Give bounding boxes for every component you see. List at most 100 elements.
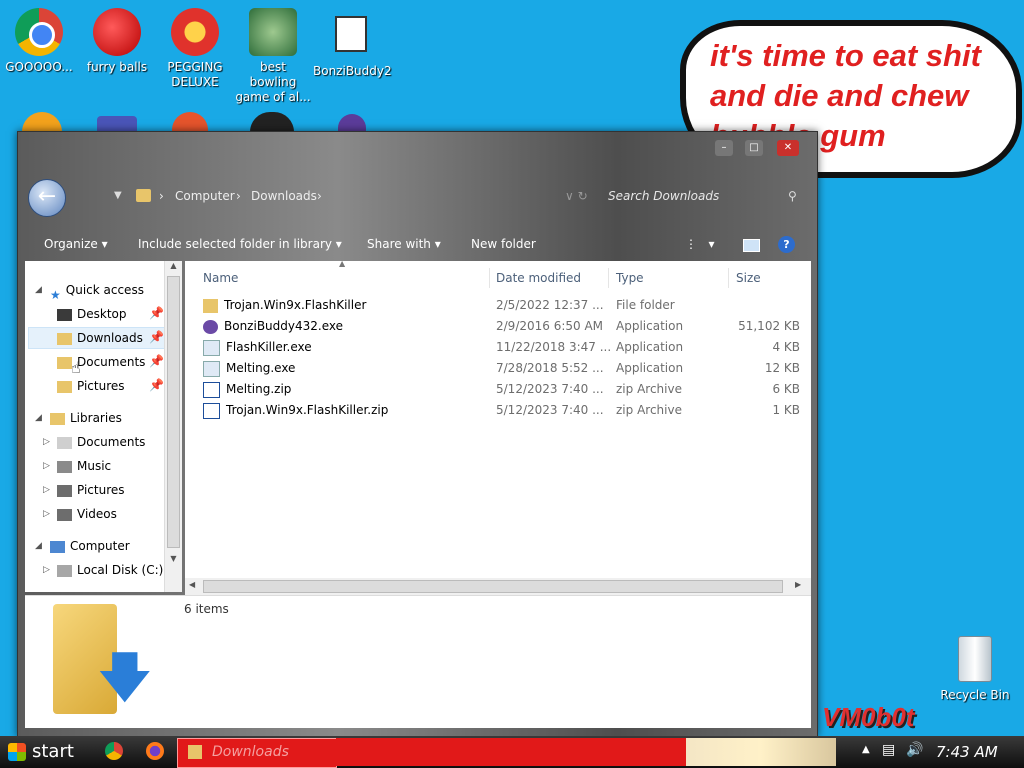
file-name-cell: BonziBuddy432.exe bbox=[203, 316, 493, 337]
expand-arrow-icon[interactable]: ▷ bbox=[43, 565, 50, 575]
zip-icon bbox=[203, 381, 220, 398]
expand-arrow-icon[interactable]: ▷ bbox=[43, 461, 50, 471]
desktop-icon-partial[interactable] bbox=[97, 116, 137, 132]
nav-libraries[interactable]: Libraries bbox=[50, 408, 122, 428]
file-name: Trojan.Win9x.FlashKiller.zip bbox=[226, 403, 389, 417]
horizontal-scrollbar[interactable]: ◀ ▶ bbox=[185, 578, 811, 595]
volume-icon[interactable]: 🔊 bbox=[906, 742, 923, 758]
search-input[interactable]: Search Downloads bbox=[608, 184, 808, 208]
desktop-icon-partial[interactable] bbox=[338, 114, 366, 132]
file-row[interactable]: Trojan.Win9x.FlashKiller.zip 5/12/2023 7… bbox=[200, 400, 800, 421]
firefox-taskbar-icon[interactable] bbox=[146, 742, 164, 760]
file-row[interactable]: BonziBuddy432.exe 2/9/2016 6:50 AM Appli… bbox=[200, 316, 800, 337]
taskbar-explorer-button[interactable]: Downloads bbox=[177, 738, 337, 768]
nav-lib-pictures[interactable]: Pictures bbox=[57, 480, 125, 500]
navigation-pane: ◢ ★ Quick access Desktop 📌 Downloads 📌 Do… bbox=[25, 261, 181, 592]
nav-scrollbar[interactable]: ▲ ▼ bbox=[164, 261, 182, 592]
nav-computer[interactable]: Computer bbox=[50, 536, 130, 556]
expand-arrow-icon[interactable]: ▷ bbox=[43, 485, 50, 495]
breadcrumb-sep-icon[interactable]: › bbox=[317, 184, 322, 208]
pin-icon[interactable]: 📌 bbox=[149, 378, 164, 392]
exe-icon bbox=[203, 339, 220, 356]
chrome-icon bbox=[15, 8, 63, 56]
include-label: Include selected folder in library bbox=[138, 237, 332, 251]
desktop-icon-furry-balls[interactable]: furry balls bbox=[79, 8, 155, 75]
column-header-type[interactable]: Type bbox=[616, 268, 729, 288]
forward-dropdown-icon[interactable]: ▼ bbox=[114, 184, 122, 208]
include-library-button[interactable]: Include selected folder in library ▾ bbox=[138, 234, 342, 254]
search-icon[interactable]: ⚲ bbox=[788, 184, 797, 208]
pin-icon[interactable]: 📌 bbox=[149, 330, 164, 344]
file-row[interactable]: Melting.exe 7/28/2018 5:52 ... Applicati… bbox=[200, 358, 800, 379]
expand-arrow-icon[interactable]: ▷ bbox=[43, 509, 50, 519]
file-name-cell: Melting.zip bbox=[203, 379, 493, 400]
share-with-button[interactable]: Share with ▾ bbox=[367, 234, 441, 254]
refresh-icon[interactable]: ∨ ↻ bbox=[565, 184, 588, 208]
nav-label: Pictures bbox=[77, 483, 125, 497]
expand-arrow-icon[interactable]: ▷ bbox=[43, 437, 50, 447]
nav-music[interactable]: Music bbox=[57, 456, 111, 476]
scroll-thumb[interactable] bbox=[167, 276, 180, 548]
minimize-button[interactable]: – bbox=[715, 140, 733, 156]
view-options-icon[interactable]: ⋮ ▾ bbox=[685, 234, 714, 254]
zip-icon bbox=[203, 402, 220, 419]
nav-pictures[interactable]: Pictures bbox=[57, 376, 125, 396]
nav-local-disk[interactable]: Local Disk (C:) bbox=[57, 560, 163, 580]
taskbar-button-label: Downloads bbox=[212, 744, 289, 760]
new-folder-button[interactable]: New folder bbox=[471, 234, 536, 254]
maximize-button[interactable]: □ bbox=[745, 140, 763, 156]
scroll-left-arrow-icon[interactable]: ◀ bbox=[189, 580, 195, 589]
organize-button[interactable]: Organize ▾ bbox=[44, 234, 108, 254]
column-header-size[interactable]: Size bbox=[736, 268, 806, 288]
tray-expand-icon[interactable]: ▲ bbox=[862, 744, 870, 755]
scroll-up-arrow-icon[interactable]: ▲ bbox=[165, 261, 182, 270]
explorer-window: – □ ✕ ← ▼ › Computer › Downloads › ∨ ↻ S… bbox=[17, 131, 818, 737]
libraries-icon bbox=[50, 412, 65, 425]
expand-arrow-icon[interactable]: ◢ bbox=[35, 413, 42, 423]
clock[interactable]: 7:43 AM bbox=[936, 743, 998, 761]
breadcrumb-sep-icon[interactable]: › bbox=[159, 184, 164, 208]
breadcrumb-computer[interactable]: Computer bbox=[175, 184, 235, 208]
share-label: Share with bbox=[367, 237, 431, 251]
desktop-icon-recycle-bin[interactable]: Recycle Bin bbox=[937, 636, 1013, 703]
preview-pane-icon[interactable] bbox=[743, 239, 760, 252]
nav-desktop[interactable]: Desktop bbox=[57, 304, 127, 324]
desktop-icon-partial[interactable] bbox=[22, 112, 62, 132]
desktop-icon-bonzibuddy2[interactable]: BonziBuddy2 bbox=[313, 8, 392, 79]
start-button[interactable]: start bbox=[0, 736, 95, 768]
pin-icon[interactable]: 📌 bbox=[149, 354, 164, 368]
desktop-icon-partial[interactable] bbox=[250, 112, 294, 132]
sort-arrow-icon: ▲ bbox=[339, 259, 346, 268]
desktop-icon-bowling[interactable]: best bowling game of al... bbox=[235, 8, 311, 105]
file-row[interactable]: Melting.zip 5/12/2023 7:40 ... zip Archi… bbox=[200, 379, 800, 400]
expand-arrow-icon[interactable]: ◢ bbox=[35, 541, 42, 551]
nav-label: Libraries bbox=[70, 411, 122, 425]
file-row[interactable]: Trojan.Win9x.FlashKiller 2/5/2022 12:37 … bbox=[200, 295, 800, 316]
desktop-icon-partial[interactable] bbox=[172, 112, 208, 132]
scroll-right-arrow-icon[interactable]: ▶ bbox=[795, 580, 801, 589]
breadcrumb-downloads[interactable]: Downloads bbox=[251, 184, 317, 208]
help-icon[interactable]: ? bbox=[778, 236, 795, 253]
pin-icon[interactable]: 📌 bbox=[149, 306, 164, 320]
breadcrumb-sep-icon[interactable]: › bbox=[236, 184, 241, 208]
scroll-thumb[interactable] bbox=[203, 580, 783, 593]
desktop-icon-chrome[interactable]: GOOOOO... bbox=[1, 8, 77, 75]
file-row[interactable]: FlashKiller.exe 11/22/2018 3:47 ... Appl… bbox=[200, 337, 800, 358]
scroll-down-arrow-icon[interactable]: ▼ bbox=[165, 554, 182, 563]
back-arrow-icon[interactable]: ← bbox=[28, 179, 66, 217]
desktop-icon-pegging[interactable]: PEGGING DELUXE bbox=[157, 8, 233, 90]
chrome-taskbar-icon[interactable] bbox=[105, 742, 123, 760]
network-icon[interactable]: ▤ bbox=[882, 742, 895, 758]
file-name: Melting.zip bbox=[226, 382, 292, 396]
file-name-cell: FlashKiller.exe bbox=[203, 337, 493, 358]
expand-arrow-icon[interactable]: ◢ bbox=[35, 285, 42, 295]
nav-lib-documents[interactable]: Documents bbox=[57, 432, 145, 452]
exe-icon bbox=[203, 360, 220, 377]
close-button[interactable]: ✕ bbox=[777, 140, 799, 156]
nav-quick-access[interactable]: ★ Quick access bbox=[50, 280, 144, 302]
file-name-cell: Melting.exe bbox=[203, 358, 493, 379]
file-type: zip Archive bbox=[616, 403, 682, 417]
nav-videos[interactable]: Videos bbox=[57, 504, 117, 524]
column-header-date[interactable]: Date modified bbox=[496, 268, 609, 288]
column-header-name[interactable]: Name bbox=[203, 268, 490, 288]
